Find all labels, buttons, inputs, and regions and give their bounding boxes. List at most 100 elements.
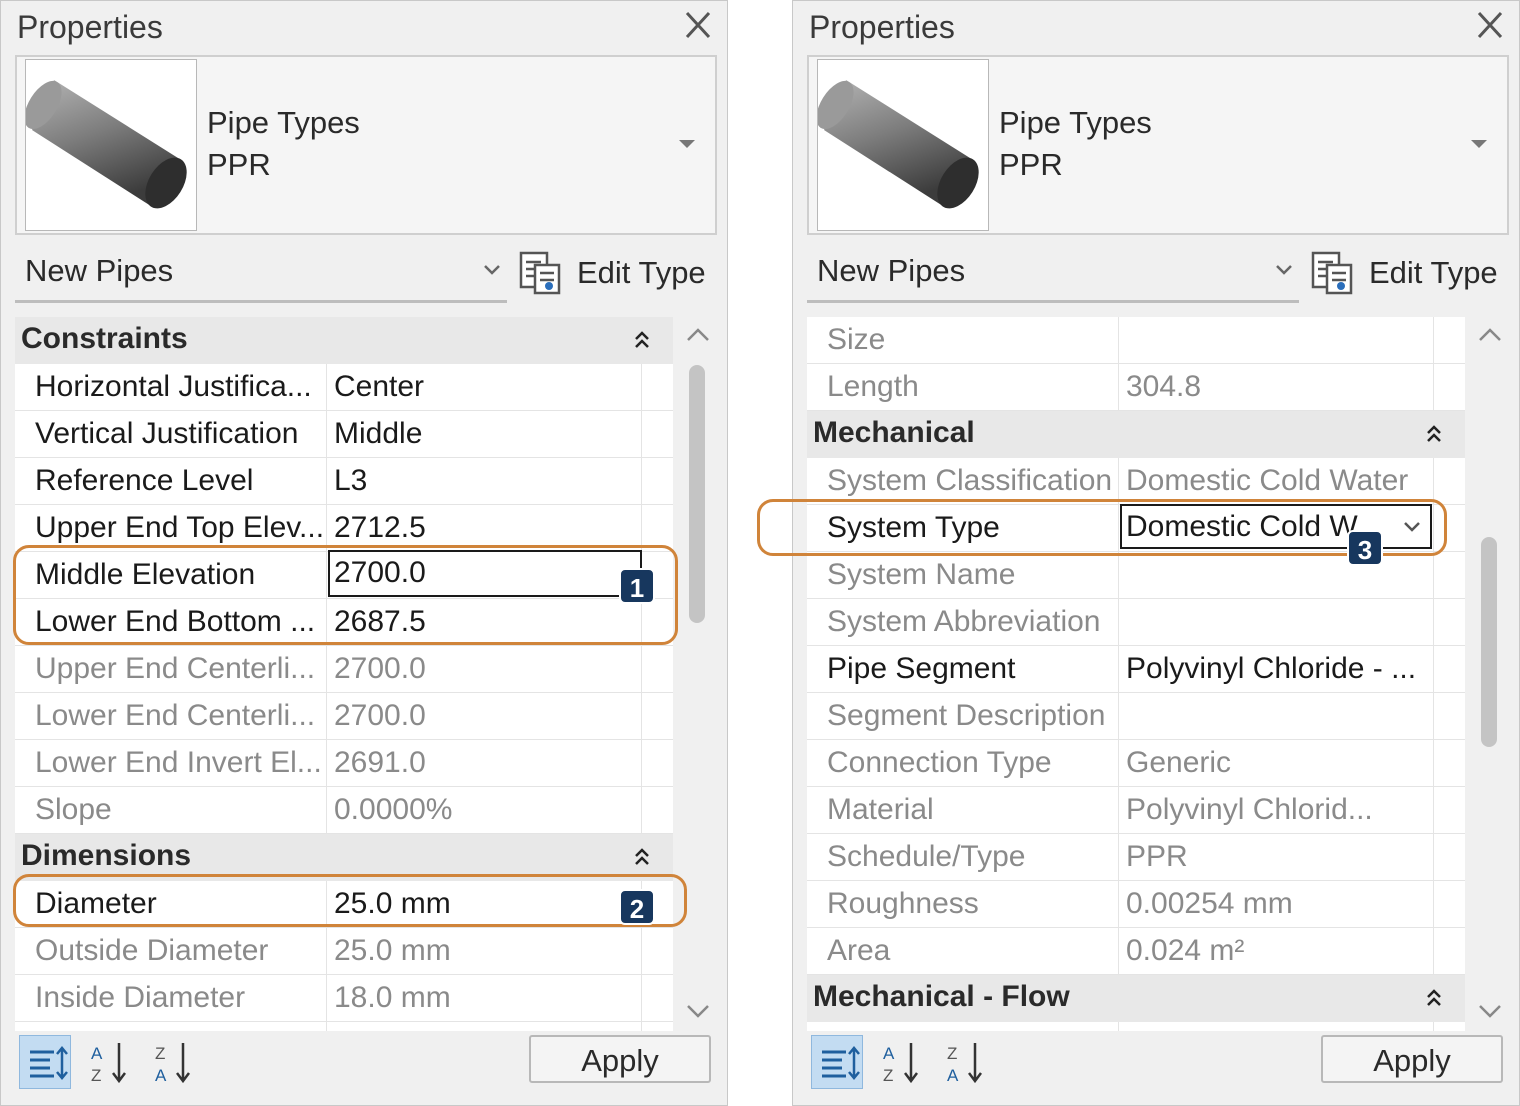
collapse-icon[interactable] — [633, 846, 651, 868]
property-value: 0.00254 mm — [1120, 881, 1434, 927]
sort-ascending-button[interactable]: AZ — [877, 1035, 929, 1089]
property-value: Domestic Cold Water — [1120, 458, 1434, 504]
apply-button[interactable]: Apply — [1321, 1035, 1503, 1083]
property-value[interactable]: Polyvinyl Chloride - ... — [1120, 646, 1434, 692]
edit-type-icon — [519, 251, 561, 295]
property-name: Length — [807, 364, 1119, 410]
category-constraints[interactable]: Constraints — [15, 317, 673, 364]
property-row[interactable]: Horizontal Justifica... Center — [15, 364, 673, 411]
property-row[interactable]: Pipe Segment Polyvinyl Chloride - ... — [807, 646, 1465, 693]
property-value: 3.5 — [328, 1022, 642, 1031]
property-value: 25.0 mm — [328, 928, 642, 974]
property-name: Segment Description — [807, 693, 1119, 739]
category-mechanical-flow[interactable]: Mechanical - Flow — [807, 975, 1465, 1022]
category-label: Constraints — [21, 322, 188, 355]
dropdown-arrow-icon[interactable] — [1469, 137, 1489, 151]
svg-text:Z: Z — [947, 1044, 957, 1063]
svg-text:A: A — [947, 1066, 959, 1085]
property-row: System Abbreviation — [807, 599, 1465, 646]
dropdown-arrow-icon[interactable] — [677, 137, 697, 151]
categorize-button[interactable] — [811, 1035, 863, 1089]
property-name: Size — [807, 317, 1119, 363]
property-name: Connection Type — [807, 740, 1119, 786]
property-name: Roughness — [807, 881, 1119, 927]
property-name: Vertical Justification — [15, 411, 327, 457]
property-value: 2700.0 — [328, 693, 642, 739]
collapse-icon[interactable] — [1425, 987, 1443, 1009]
category-label: Mechanical - Flow — [813, 980, 1070, 1013]
collapse-icon[interactable] — [633, 329, 651, 351]
property-name: System Name — [807, 552, 1119, 598]
property-value: PPR — [1120, 834, 1434, 880]
categorize-icon — [30, 1046, 68, 1080]
scroll-down-icon[interactable] — [1478, 1003, 1502, 1019]
properties-panel-left: Properties Pipe Types PPR New Pipes Edit… — [0, 0, 728, 1106]
property-value[interactable]: Middle — [328, 411, 642, 457]
property-name: System Abbreviation — [807, 599, 1119, 645]
property-value: 0.024 m² — [1120, 928, 1434, 974]
property-row[interactable]: Vertical Justification Middle — [15, 411, 673, 458]
callout-badge-1: 1 — [619, 568, 655, 604]
type-selector[interactable]: Pipe Types PPR — [807, 55, 1509, 235]
chevron-down-icon — [1276, 265, 1292, 275]
bottom-toolbar: AZ ZA Apply — [807, 1031, 1511, 1095]
svg-text:A: A — [155, 1066, 167, 1085]
property-row: Wall Thickness3.5 — [15, 1022, 673, 1031]
property-name: Wall Thickness — [15, 1022, 327, 1031]
chevron-down-icon — [484, 265, 500, 275]
filter-row: New Pipes Edit Type — [807, 245, 1511, 305]
property-value — [1120, 693, 1434, 739]
property-value — [1120, 552, 1434, 598]
svg-text:A: A — [91, 1044, 103, 1063]
sort-descending-icon: ZA — [155, 1043, 190, 1085]
edit-type-label: Edit Type — [577, 255, 706, 290]
scroll-thumb[interactable] — [689, 365, 705, 623]
callout-badge-3: 3 — [1347, 530, 1383, 566]
property-name: Lower End Invert El... — [15, 740, 327, 786]
property-value[interactable]: Center — [328, 364, 642, 410]
property-value: 18.0 mm — [328, 975, 642, 1021]
property-name: Inside Diameter — [15, 975, 327, 1021]
close-icon[interactable] — [1475, 9, 1505, 41]
category-label: Dimensions — [21, 839, 192, 872]
scroll-up-icon[interactable] — [686, 327, 710, 343]
property-value[interactable]: L3 — [328, 458, 642, 504]
instance-filter-select[interactable]: New Pipes — [807, 245, 1299, 303]
scroll-up-icon[interactable] — [1478, 327, 1502, 343]
property-name: Outside Diameter — [15, 928, 327, 974]
scroll-thumb[interactable] — [1481, 537, 1497, 747]
property-name: Pipe Segment — [807, 646, 1119, 692]
sort-ascending-icon: AZ — [91, 1043, 126, 1085]
property-name: System Classification — [807, 458, 1119, 504]
type-selector[interactable]: Pipe Types PPR — [15, 55, 717, 235]
scroll-down-icon[interactable] — [686, 1003, 710, 1019]
property-row: System Classification Domestic Cold Water — [807, 458, 1465, 505]
property-row: Lower End Centerli... 2700.0 — [15, 693, 673, 740]
property-row: Size — [807, 317, 1465, 364]
categorize-button[interactable] — [19, 1035, 71, 1089]
instance-filter-select[interactable]: New Pipes — [15, 245, 507, 303]
callout-badge-2: 2 — [619, 889, 655, 925]
type-family-label: Pipe Types — [207, 105, 360, 140]
vertical-scrollbar[interactable] — [1469, 317, 1509, 1031]
edit-type-icon — [1311, 251, 1353, 295]
property-name: Slope — [15, 787, 327, 833]
sort-descending-button[interactable]: ZA — [941, 1035, 993, 1089]
pipe-thumbnail — [816, 59, 989, 231]
type-name-label: PPR — [207, 147, 271, 182]
sort-descending-icon: ZA — [947, 1043, 982, 1085]
callout-highlight-1 — [13, 545, 678, 645]
category-mechanical[interactable]: Mechanical — [807, 411, 1465, 458]
vertical-scrollbar[interactable] — [677, 317, 717, 1031]
collapse-icon[interactable] — [1425, 423, 1443, 445]
sort-descending-button[interactable]: ZA — [149, 1035, 201, 1089]
panel-titlebar: Properties — [793, 1, 1519, 53]
categorize-icon — [822, 1046, 860, 1080]
filter-row: New Pipes Edit Type — [15, 245, 719, 305]
property-row[interactable]: Reference Level L3 — [15, 458, 673, 505]
close-icon[interactable] — [683, 9, 713, 41]
property-name: Horizontal Justifica... — [15, 364, 327, 410]
apply-button[interactable]: Apply — [529, 1035, 711, 1083]
sort-ascending-button[interactable]: AZ — [85, 1035, 137, 1089]
property-value: 2700.0 — [328, 646, 642, 692]
